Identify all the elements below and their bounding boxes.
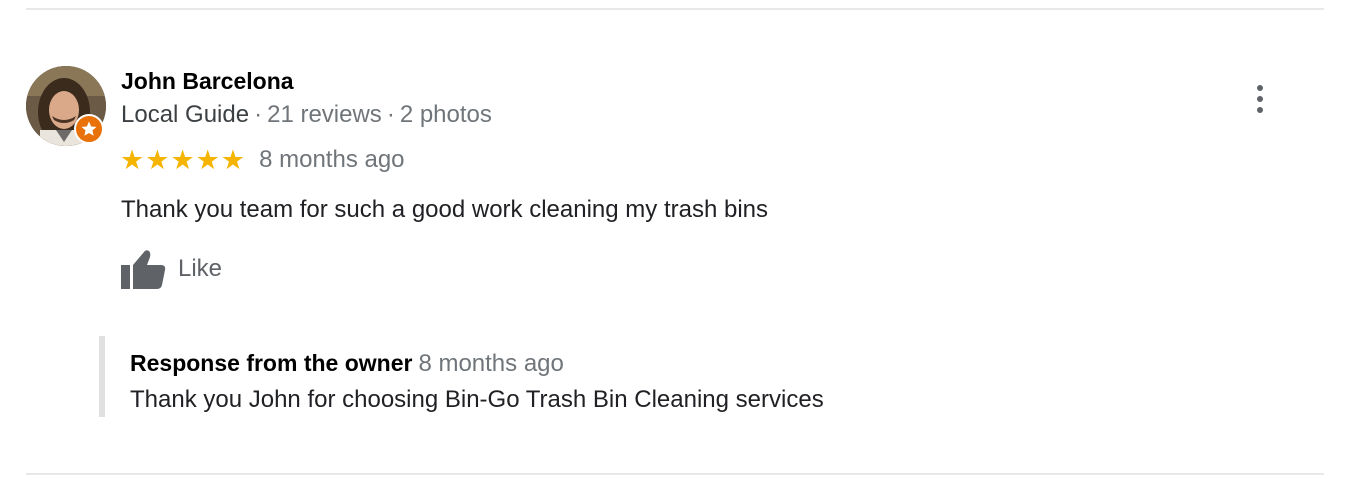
more-vert-icon-dot [1257, 107, 1263, 113]
local-guide-badge-icon [74, 114, 104, 144]
review-date: 8 months ago [259, 146, 405, 173]
star-icon: ★ [170, 145, 195, 175]
local-guide-label: Local Guide [121, 101, 250, 128]
meta-separator: · [386, 101, 395, 128]
reviewer-meta: Local Guide · 21 reviews · 2 photos [121, 100, 492, 130]
thumbs-up-icon [121, 250, 166, 289]
like-button[interactable]: Like [120, 249, 222, 289]
bottom-divider [26, 473, 1324, 475]
more-options-button[interactable] [1244, 82, 1276, 116]
owner-response-text: Thank you John for choosing Bin-Go Trash… [130, 386, 824, 413]
owner-response-title: Response from the owner [130, 350, 413, 376]
meta-separator: · [254, 101, 263, 128]
star-icon: ★ [145, 145, 170, 175]
more-vert-icon [1257, 85, 1263, 91]
star-icon: ★ [120, 145, 145, 175]
more-vert-icon-dot [1257, 96, 1263, 102]
reviewer-name[interactable]: John Barcelona [121, 66, 294, 96]
reviews-count: 21 reviews [267, 101, 382, 128]
star-icon: ★ [220, 145, 246, 175]
review-text: Thank you team for such a good work clea… [121, 196, 768, 223]
owner-response-date: 8 months ago [418, 350, 564, 377]
owner-response: Response from the owner 8 months ago Than… [99, 336, 999, 417]
rating-row: ★ ★ ★ ★ ★ 8 months ago [120, 145, 405, 175]
owner-response-header: Response from the owner 8 months ago [130, 348, 564, 382]
like-label: Like [178, 255, 223, 282]
photos-count: 2 photos [399, 101, 492, 128]
star-rating: ★ ★ ★ ★ ★ [120, 145, 245, 175]
star-icon: ★ [195, 145, 220, 175]
top-divider [26, 8, 1324, 10]
